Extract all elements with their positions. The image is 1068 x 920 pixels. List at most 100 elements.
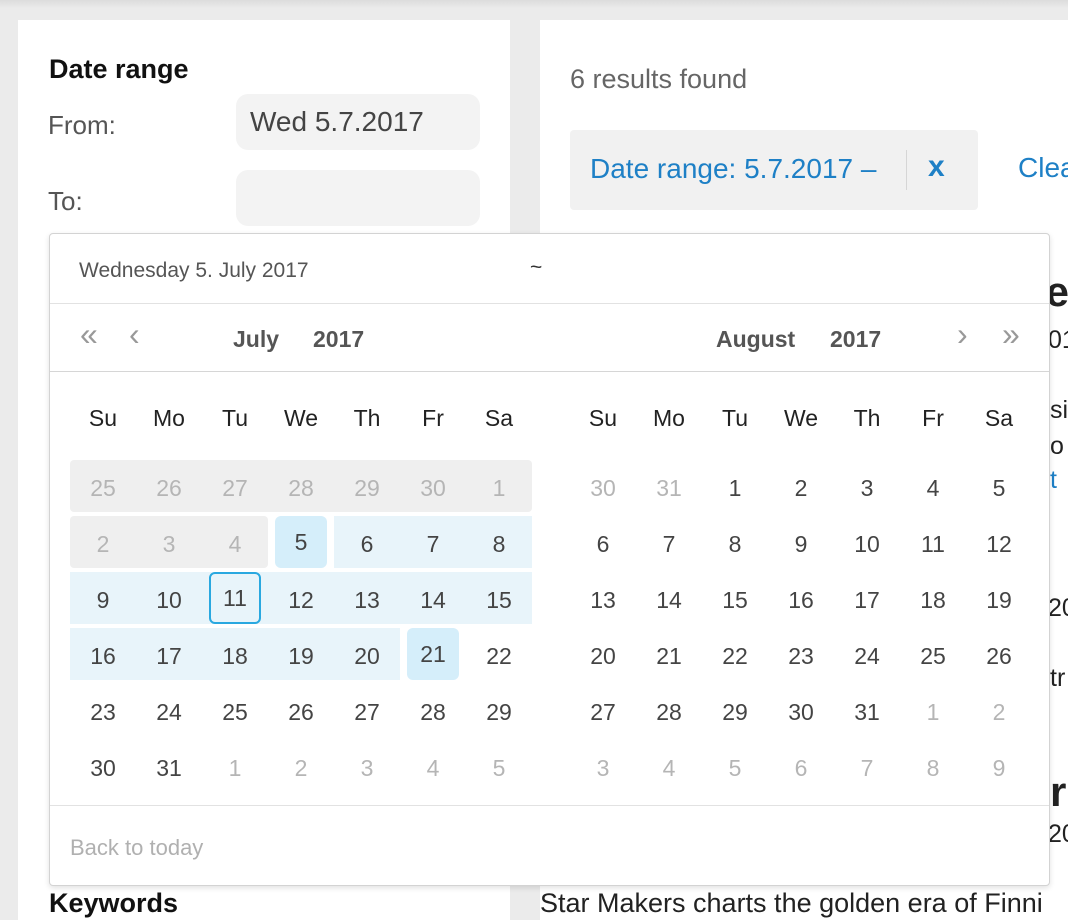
disabled-day-cell: 30 <box>420 475 446 501</box>
outside-month-day-cell[interactable]: 8 <box>900 740 966 796</box>
day-cell[interactable]: 1 <box>702 460 768 516</box>
range-start-day-cell[interactable]: 5 <box>275 516 327 568</box>
top-shadow <box>0 0 1068 8</box>
day-cell[interactable]: 11 <box>900 516 966 572</box>
outside-month-day-cell[interactable]: 5 <box>466 740 532 796</box>
day-cell[interactable]: 30 <box>768 684 834 740</box>
outside-month-day-cell[interactable]: 2 <box>966 684 1032 740</box>
weekday-header: Fr <box>422 405 444 431</box>
next-month-icon[interactable]: › <box>957 317 968 351</box>
day-cell[interactable]: 26 <box>966 628 1032 684</box>
day-cell[interactable]: 18 <box>202 628 268 684</box>
day-cell[interactable]: 6 <box>334 516 400 572</box>
day-cell[interactable]: 29 <box>466 684 532 740</box>
day-cell[interactable]: 28 <box>636 684 702 740</box>
day-cell[interactable]: 24 <box>136 684 202 740</box>
month-label[interactable]: August <box>716 326 795 353</box>
day-cell[interactable]: 8 <box>466 516 532 572</box>
day-cell[interactable]: 18 <box>900 572 966 628</box>
weekday-header: Sa <box>984 405 1014 431</box>
day-cell[interactable]: 3 <box>834 460 900 516</box>
day-cell[interactable]: 13 <box>334 572 400 628</box>
outside-month-day-cell[interactable]: 7 <box>834 740 900 796</box>
day-cell[interactable]: 10 <box>136 572 202 628</box>
day-cell[interactable]: 7 <box>636 516 702 572</box>
weekday-header: Th <box>853 405 881 431</box>
weekday-header: Su <box>88 405 118 431</box>
day-cell[interactable]: 23 <box>768 628 834 684</box>
day-cell[interactable]: 30 <box>70 740 136 796</box>
day-cell[interactable]: 13 <box>570 572 636 628</box>
day-cell[interactable]: 27 <box>334 684 400 740</box>
day-cell[interactable]: 9 <box>768 516 834 572</box>
result-date-fragment: 01 <box>1048 326 1068 354</box>
day-cell[interactable]: 29 <box>702 684 768 740</box>
day-cell[interactable]: 2 <box>768 460 834 516</box>
remove-filter-button[interactable]: x <box>928 150 945 184</box>
hovered-day-cell[interactable]: 21 <box>407 628 459 680</box>
day-cell[interactable]: 31 <box>136 740 202 796</box>
day-cell[interactable]: 20 <box>334 628 400 684</box>
day-cell[interactable]: 31 <box>834 684 900 740</box>
weekday-header: Su <box>588 405 618 431</box>
today-day-cell[interactable]: 11 <box>209 572 261 624</box>
outside-month-day-cell[interactable]: 4 <box>636 740 702 796</box>
day-cell[interactable]: 25 <box>202 684 268 740</box>
day-cell[interactable]: 22 <box>702 628 768 684</box>
day-cell[interactable]: 26 <box>268 684 334 740</box>
day-cell[interactable]: 15 <box>702 572 768 628</box>
weekday-header: Tu <box>722 405 748 431</box>
back-to-today-link[interactable]: Back to today <box>70 835 203 861</box>
outside-month-day-cell[interactable]: 1 <box>202 740 268 796</box>
outside-month-day-cell[interactable]: 1 <box>900 684 966 740</box>
outside-month-day-cell[interactable]: 3 <box>570 740 636 796</box>
day-cell[interactable]: 14 <box>636 572 702 628</box>
to-date-field[interactable] <box>236 170 480 226</box>
day-cell[interactable]: 6 <box>570 516 636 572</box>
day-cell[interactable]: 22 <box>466 628 532 684</box>
day-cell[interactable]: 21 <box>636 628 702 684</box>
outside-month-day-cell[interactable]: 6 <box>768 740 834 796</box>
day-cell[interactable]: 7 <box>400 516 466 572</box>
day-cell[interactable]: 24 <box>834 628 900 684</box>
outside-month-day-cell[interactable]: 3 <box>334 740 400 796</box>
day-cell[interactable]: 17 <box>834 572 900 628</box>
outside-month-day-cell[interactable]: 5 <box>702 740 768 796</box>
day-cell[interactable]: 16 <box>70 628 136 684</box>
day-cell[interactable]: 17 <box>136 628 202 684</box>
prev-month-icon[interactable]: ‹ <box>129 317 140 351</box>
day-cell[interactable]: 23 <box>70 684 136 740</box>
day-cell[interactable]: 5 <box>966 460 1032 516</box>
day-cell[interactable]: 19 <box>966 572 1032 628</box>
day-cell[interactable]: 10 <box>834 516 900 572</box>
day-cell[interactable]: 8 <box>702 516 768 572</box>
next-year-icon[interactable]: » <box>1002 317 1020 351</box>
day-cell[interactable]: 28 <box>400 684 466 740</box>
day-cell[interactable]: 27 <box>570 684 636 740</box>
weekday-header: Tu <box>222 405 248 431</box>
from-date-field[interactable] <box>236 94 480 150</box>
outside-month-day-cell[interactable]: 30 <box>570 460 636 516</box>
outside-month-day-cell[interactable]: 4 <box>400 740 466 796</box>
chip-label: Date range: 5.7.2017 – <box>590 153 877 184</box>
year-label[interactable]: 2017 <box>830 326 881 353</box>
day-cell[interactable]: 14 <box>400 572 466 628</box>
day-cell[interactable]: 4 <box>900 460 966 516</box>
day-cell[interactable]: 19 <box>268 628 334 684</box>
day-cell[interactable]: 25 <box>900 628 966 684</box>
day-cell[interactable]: 15 <box>466 572 532 628</box>
outside-month-day-cell[interactable]: 2 <box>268 740 334 796</box>
outside-month-day-cell[interactable]: 31 <box>636 460 702 516</box>
day-cell[interactable]: 12 <box>268 572 334 628</box>
day-cell[interactable]: 16 <box>768 572 834 628</box>
month-label[interactable]: July <box>233 326 279 353</box>
day-cell[interactable]: 9 <box>70 572 136 628</box>
weekday-header: Fr <box>922 405 944 431</box>
result-text-fragment: tr <box>1050 664 1066 692</box>
year-label[interactable]: 2017 <box>313 326 364 353</box>
day-cell[interactable]: 12 <box>966 516 1032 572</box>
outside-month-day-cell[interactable]: 9 <box>966 740 1032 796</box>
clear-filters-link[interactable]: Clea <box>1018 152 1068 184</box>
prev-year-icon[interactable]: « <box>80 317 98 351</box>
day-cell[interactable]: 20 <box>570 628 636 684</box>
